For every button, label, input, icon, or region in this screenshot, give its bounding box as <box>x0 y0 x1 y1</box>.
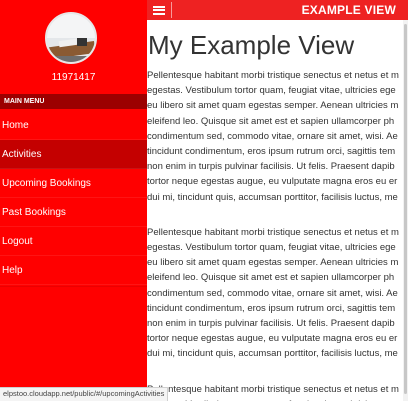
paragraph-line: egestas. Vestibulum tortor quam, feugiat… <box>147 242 396 254</box>
paragraph-line: tincidunt condimentum, eros ipsum rutrum… <box>147 146 396 158</box>
avatar-photo-icon <box>47 14 95 62</box>
menu-divider <box>0 286 147 287</box>
sidebar-item-label: Activities <box>2 149 42 160</box>
hamburger-menu-icon[interactable] <box>147 0 171 20</box>
sidebar-item-help[interactable]: Help <box>0 256 147 285</box>
sidebar-item-label: Upcoming Bookings <box>2 178 91 189</box>
paragraph-line: Pellentesque habitant morbi tristique se… <box>147 226 399 238</box>
content-paragraph: Pellentesque habitant morbi tristique se… <box>147 225 405 362</box>
paragraph-line: egestas. Vestibulum tortor quam, feugiat… <box>147 397 405 401</box>
paragraph-line: tortor neque egestas augue, eu vulputate… <box>147 333 398 345</box>
scrollbar-thumb[interactable] <box>404 24 407 394</box>
paragraph-line: dui mi, tincidunt quis, accumsan porttit… <box>147 348 398 360</box>
user-avatar[interactable] <box>45 12 97 64</box>
sidebar-item-activities[interactable]: Activities <box>0 140 147 169</box>
sidebar-item-home[interactable]: Home <box>0 111 147 140</box>
paragraph-line: dui mi, tincidunt quis, accumsan porttit… <box>147 191 398 203</box>
paragraph-line: eleifend leo. Quisque sit amet est et sa… <box>147 272 395 284</box>
paragraph-line: condimentum sed, commodo vitae, ornare s… <box>147 130 398 142</box>
content-paragraph: Pellentesque habitant morbi tristique se… <box>147 382 405 401</box>
paragraph-line: non enim in turpis pulvinar facilisis. U… <box>147 161 395 173</box>
paragraph-line: non enim in turpis pulvinar facilisis. U… <box>147 318 395 330</box>
main-menu-heading: MAIN MENU <box>0 94 147 109</box>
content-body: Pellentesque habitant morbi tristique se… <box>147 68 405 401</box>
paragraph-line: eu libero sit amet quam egestas semper. … <box>147 257 399 269</box>
sidebar-item-upcoming-bookings[interactable]: Upcoming Bookings <box>0 169 147 198</box>
sidebar-item-label: Help <box>2 265 23 276</box>
header-title: EXAMPLE VIEW <box>301 3 396 17</box>
paragraph-line: eu libero sit amet quam egestas semper. … <box>147 100 399 112</box>
sidebar: 11971417 MAIN MENU Home Activities Upcomin… <box>0 0 147 401</box>
content-paragraph: Pellentesque habitant morbi tristique se… <box>147 68 405 205</box>
sidebar-item-past-bookings[interactable]: Past Bookings <box>0 198 147 227</box>
page-title: My Example View <box>148 30 355 60</box>
paragraph-line: tortor neque egestas augue, eu vulputate… <box>147 176 398 188</box>
header-divider <box>171 2 172 18</box>
sidebar-item-label: Logout <box>2 236 33 247</box>
user-id: 11971417 <box>51 72 96 83</box>
paragraph-line: Pellentesque habitant morbi tristique se… <box>147 70 399 81</box>
paragraph-line: tincidunt condimentum, eros ipsum rutrum… <box>147 302 396 314</box>
sidebar-item-logout[interactable]: Logout <box>0 227 147 256</box>
paragraph-line: eleifend leo. Quisque sit amet est et sa… <box>147 115 395 127</box>
main-menu-list: Home Activities Upcoming Bookings Past Book… <box>0 111 147 285</box>
status-bar-url: elpstoo.cloudapp.net/public/#/upcomingAc… <box>0 387 169 401</box>
paragraph-line: Pellentesque habitant morbi tristique se… <box>147 383 399 395</box>
sidebar-item-label: Home <box>2 120 29 131</box>
sidebar-item-label: Past Bookings <box>2 207 66 218</box>
paragraph-line: condimentum sed, commodo vitae, ornare s… <box>147 287 398 299</box>
paragraph-line: egestas. Vestibulum tortor quam, feugiat… <box>147 85 396 97</box>
